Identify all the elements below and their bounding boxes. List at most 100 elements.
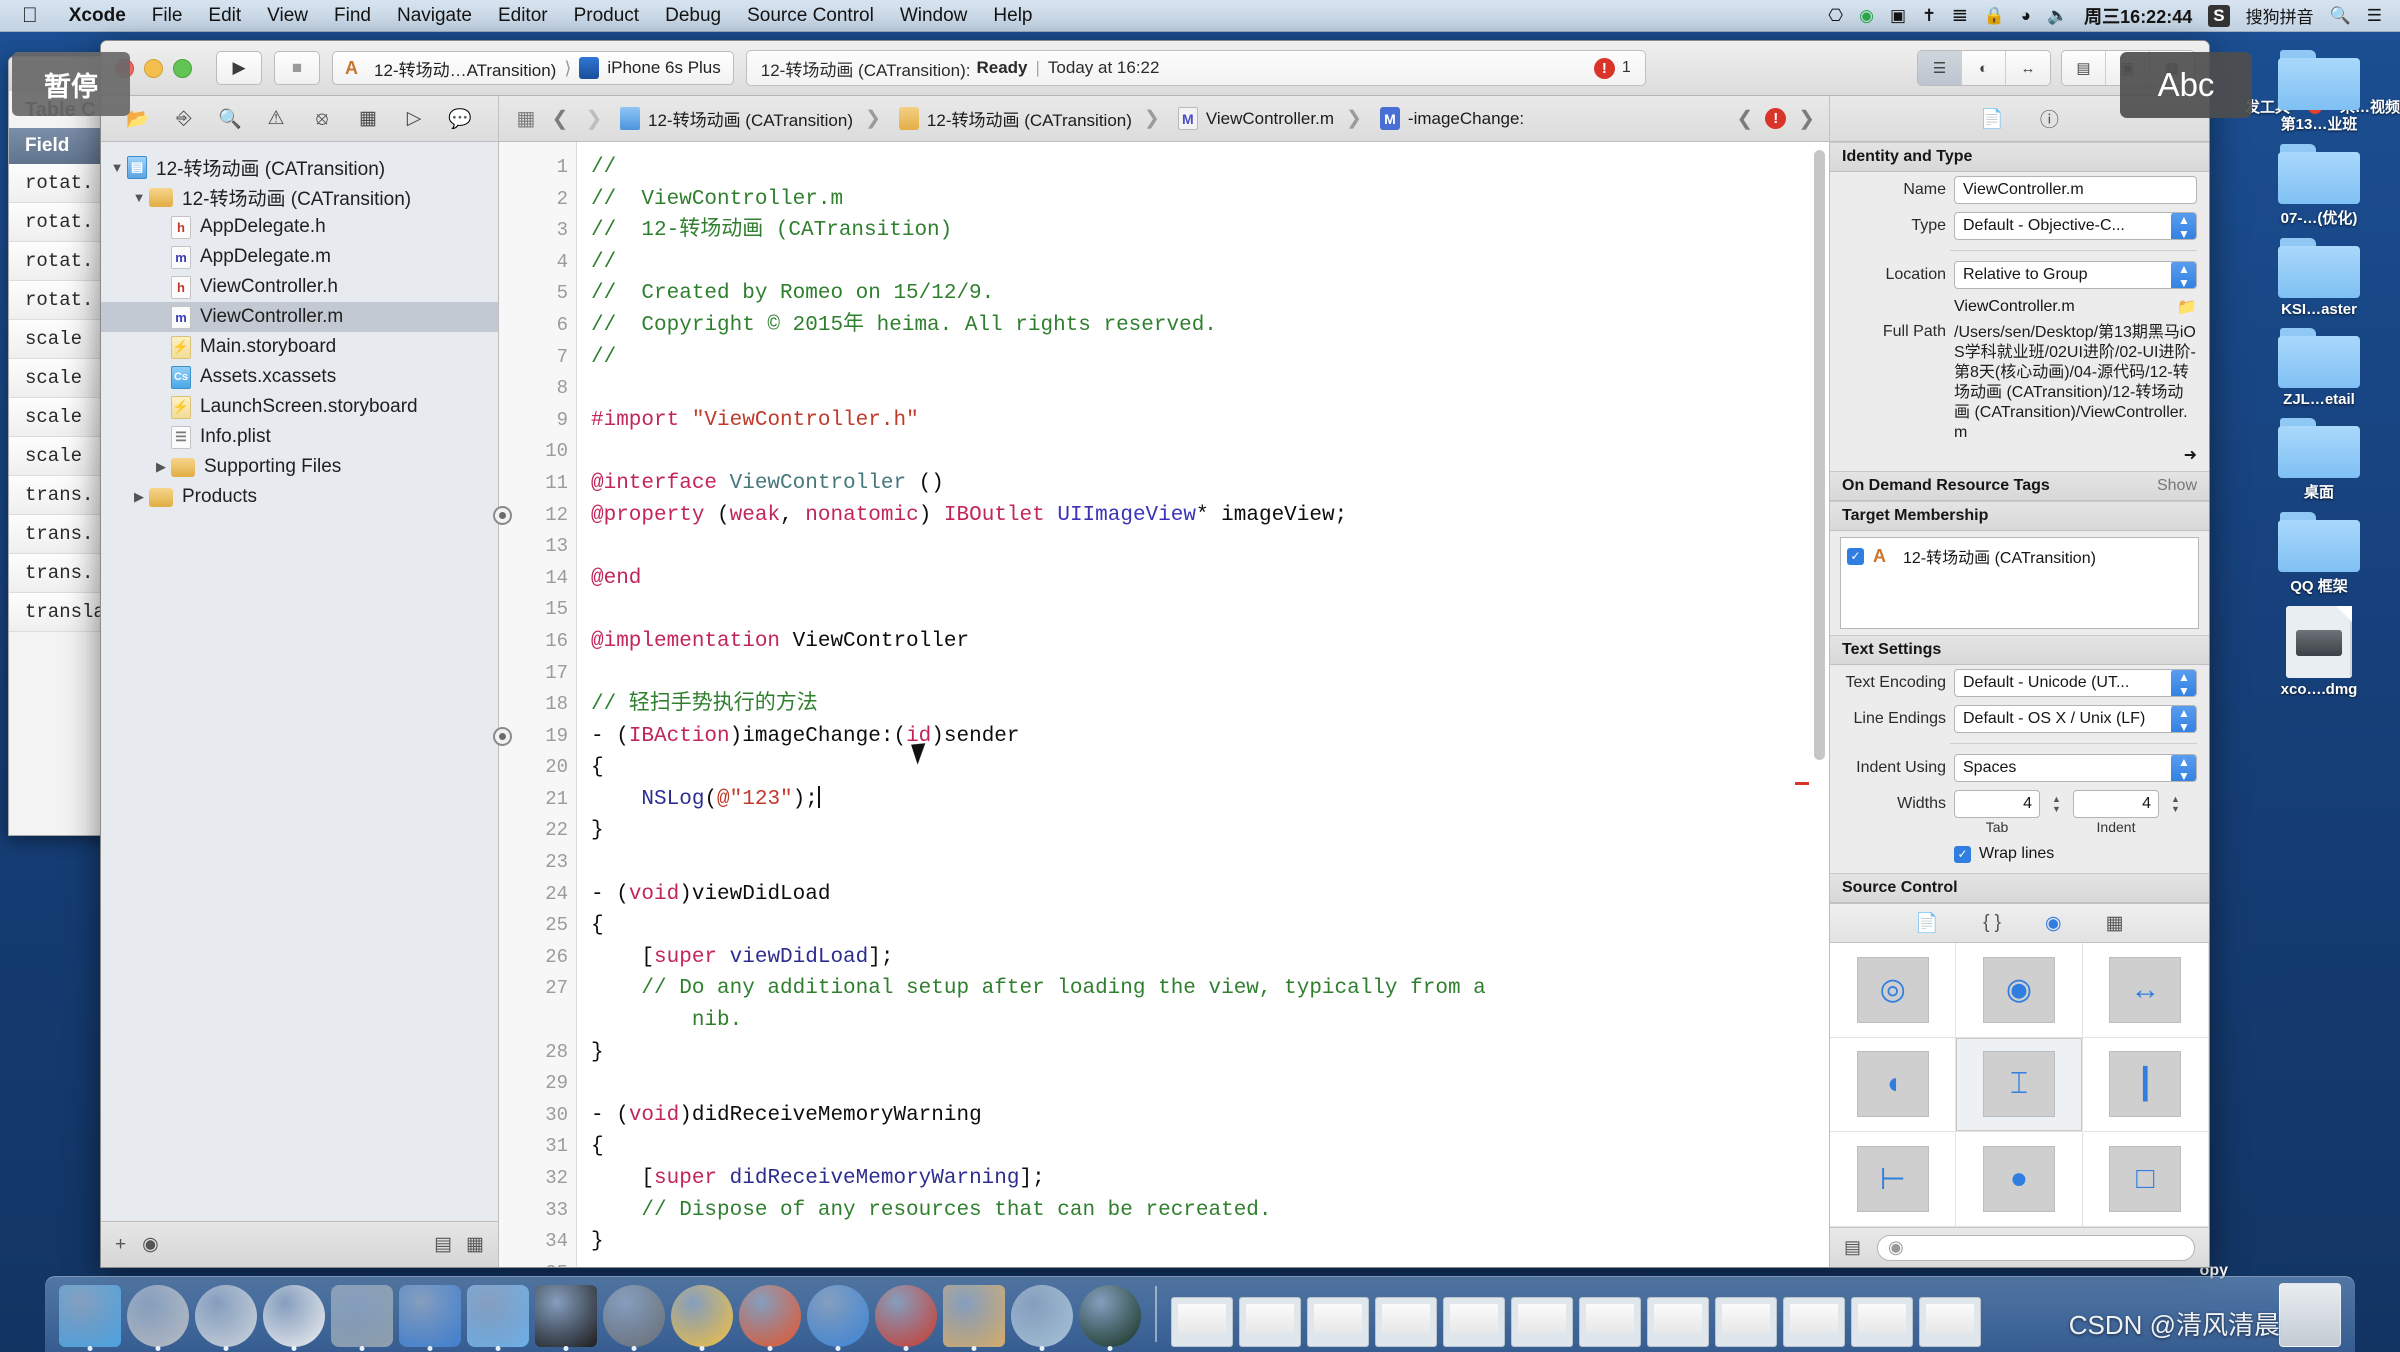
- menu-clock[interactable]: 周三16:22:44: [2084, 3, 2192, 29]
- library-item[interactable]: ⊢: [1830, 1132, 1957, 1227]
- line-number[interactable]: 35: [529, 1258, 576, 1267]
- object-library-icon[interactable]: ◉: [2045, 912, 2062, 935]
- line-number[interactable]: 25: [529, 910, 576, 942]
- line-number[interactable]: 2: [529, 184, 576, 216]
- previous-issue-icon[interactable]: ❮: [1736, 106, 1753, 131]
- safari-icon[interactable]: [195, 1285, 257, 1351]
- code-snippet-library-icon[interactable]: { }: [1983, 912, 2001, 934]
- code-line[interactable]: [591, 1068, 1829, 1100]
- navigator-item-launchscreen.storyboard[interactable]: ⚡ LaunchScreen.storyboard: [101, 392, 498, 422]
- reveal-in-finder-icon[interactable]: ➜: [1830, 445, 2209, 471]
- forward-chevron-icon[interactable]: ❯: [577, 96, 611, 142]
- line-number[interactable]: 28: [529, 1037, 576, 1069]
- navigator-item-viewcontroller.m[interactable]: m ViewController.m: [101, 302, 498, 332]
- code-line[interactable]: [591, 373, 1829, 405]
- code-line[interactable]: // 轻扫手势执行的方法: [591, 689, 1829, 721]
- navigator-item-info.plist[interactable]: ☰ Info.plist: [101, 422, 498, 452]
- line-number[interactable]: 24: [529, 879, 576, 911]
- indent-using-chevron-icon[interactable]: ▲ ▼: [2171, 755, 2196, 781]
- launchpad-icon[interactable]: [127, 1285, 189, 1351]
- navigator-item-supportingfiles[interactable]: ▶ Supporting Files: [101, 452, 498, 482]
- on-demand-show-link[interactable]: Show: [2157, 477, 2197, 495]
- playback-icon[interactable]: [807, 1285, 869, 1351]
- volume-icon[interactable]: 🔈: [2047, 6, 2068, 26]
- quick-help-icon[interactable]: ⓘ: [2040, 105, 2059, 132]
- navigator-selector-bar[interactable]: 📂 ⎆ 🔍 ⚠ ⦻ ▦ ▷ 💬: [101, 96, 499, 141]
- line-number[interactable]: 3: [529, 215, 576, 247]
- zoom-button[interactable]: [173, 58, 192, 78]
- thunder-icon[interactable]: [875, 1285, 937, 1351]
- next-issue-icon[interactable]: ❯: [1798, 106, 1815, 131]
- dock-window-thumbnail[interactable]: [1375, 1297, 1437, 1347]
- dock[interactable]: [45, 1276, 2355, 1352]
- wrap-lines-checkbox[interactable]: ✓: [1954, 845, 1971, 863]
- code-line[interactable]: [591, 531, 1829, 563]
- menu-xcode[interactable]: Xcode: [56, 0, 139, 32]
- disclosure-triangle-icon[interactable]: ▼: [129, 190, 149, 205]
- calendar-icon[interactable]: [943, 1285, 1005, 1351]
- navigator-item-main.storyboard[interactable]: ⚡ Main.storyboard: [101, 332, 498, 362]
- sketch-icon[interactable]: [671, 1285, 733, 1351]
- disclosure-triangle-icon[interactable]: ▶: [129, 489, 149, 505]
- editor-mode-segments[interactable]: ☰ ◐ ↔: [1917, 50, 2051, 86]
- indent-using-row[interactable]: Indent Using Spaces ▲ ▼: [1830, 750, 2209, 786]
- symbol-navigator-icon[interactable]: 🔍: [207, 96, 253, 142]
- line-number[interactable]: 27: [529, 973, 576, 1005]
- file-type-popup[interactable]: Default - Objective-C... ▲ ▼: [1954, 212, 2197, 240]
- menu-view[interactable]: View: [254, 0, 321, 32]
- pause-overlay-badge[interactable]: 暂停: [12, 52, 130, 116]
- media-library-icon[interactable]: ▦: [2106, 912, 2124, 935]
- library-item[interactable]: ◖: [1830, 1037, 1957, 1133]
- trash-icon[interactable]: [2279, 1283, 2341, 1347]
- menu-debug[interactable]: Debug: [652, 0, 734, 32]
- disclosure-triangle-icon[interactable]: ▼: [107, 160, 127, 175]
- code-line[interactable]: // Created by Romeo on 15/12/9.: [591, 278, 1829, 310]
- library-item[interactable]: ┃: [2082, 1037, 2209, 1133]
- code-line[interactable]: // Do any additional setup after loading…: [591, 973, 1829, 1005]
- issue-navigator-icon[interactable]: ⚠: [253, 96, 299, 142]
- target-membership-list[interactable]: ✓ 12-转场动画 (CATransition): [1840, 537, 2199, 629]
- screen-record-icon[interactable]: ◉: [1859, 6, 1874, 26]
- back-chevron-icon[interactable]: ❮: [543, 96, 577, 142]
- line-number[interactable]: 19: [493, 721, 576, 753]
- minimize-button[interactable]: [144, 58, 163, 78]
- code-line[interactable]: - (void)didReceiveMemoryWarning: [591, 1100, 1829, 1132]
- line-number[interactable]: 1: [529, 152, 576, 184]
- line-number[interactable]: 32: [529, 1163, 576, 1195]
- line-number-gutter[interactable]: 1 2 3 4 5 6 7 8 9 10 11 12 13 14 15 16 17 18 19 20 21 22 23 24 2…: [493, 142, 577, 1267]
- wifi-icon[interactable]: ◕: [2021, 6, 2031, 26]
- library-item[interactable]: ⌶: [1956, 1037, 2083, 1133]
- photobooth-icon[interactable]: [331, 1285, 393, 1351]
- code-line[interactable]: //: [591, 247, 1829, 279]
- library-list-view-icon[interactable]: ▤: [1844, 1237, 1861, 1258]
- target-membership-row[interactable]: ✓ 12-转场动画 (CATransition): [1847, 544, 2192, 568]
- text-encoding-chevron-icon[interactable]: ▲ ▼: [2171, 670, 2196, 696]
- filter-toggle-icon[interactable]: ◉: [142, 1233, 159, 1256]
- wrapped-line-gutter[interactable]: [529, 1005, 576, 1037]
- code-line[interactable]: nib.: [591, 1005, 1829, 1037]
- line-number[interactable]: 26: [529, 942, 576, 974]
- input-method-label[interactable]: 搜狗拼音: [2246, 3, 2314, 28]
- source-editor[interactable]: 1 2 3 4 5 6 7 8 9 10 11 12 13 14 15 16 17 18 19 20 21 22 23 24 2…: [493, 142, 1829, 1267]
- line-number[interactable]: 13: [529, 531, 576, 563]
- desktop-icon[interactable]: xco….dmg: [2249, 600, 2389, 698]
- code-line[interactable]: // Copyright © 2015年 heima. All rights r…: [591, 310, 1829, 342]
- indent-width-stepper[interactable]: ▲ ▼: [2167, 790, 2184, 818]
- scheme-selector[interactable]: 12-转场动…ATransition) ⟩ iPhone 6s Plus: [332, 51, 734, 85]
- test-navigator-icon[interactable]: ⦻: [299, 96, 345, 142]
- menu-file[interactable]: File: [139, 0, 196, 32]
- navigator-tree[interactable]: ▼ ▤ 12-转场动画 (CATransition) ▼ 12-转场动画 (CATran…: [101, 142, 498, 1221]
- target-checkbox[interactable]: ✓: [1847, 547, 1864, 565]
- xcode-navigation-bar[interactable]: 📂 ⎆ 🔍 ⚠ ⦻ ▦ ▷ 💬 ▦ ❮ ❯ 12-转场动画 (CATransit…: [101, 96, 2209, 142]
- widths-row[interactable]: Widths 4 ▲ ▼ 4 ▲ ▼: [1830, 786, 2209, 818]
- code-line[interactable]: // ViewController.m: [591, 184, 1829, 216]
- file-name-field[interactable]: ViewController.m: [1954, 176, 2197, 204]
- line-endings-popup[interactable]: Default - OS X / Unix (LF) ▲ ▼: [1954, 705, 2197, 733]
- code-line[interactable]: - (IBAction)imageChange:(id)sender: [591, 721, 1829, 753]
- report-navigator-icon[interactable]: 💬: [437, 96, 483, 142]
- lock-icon[interactable]: 🔒: [1984, 6, 2005, 26]
- menu-navigate[interactable]: Navigate: [384, 0, 485, 32]
- navigator-item-assets.xcassets[interactable]: Cs Assets.xcassets: [101, 362, 498, 392]
- code-line[interactable]: {: [591, 910, 1829, 942]
- file-inspector-panel[interactable]: Identity and Type Name ViewController.m …: [1829, 142, 2209, 1267]
